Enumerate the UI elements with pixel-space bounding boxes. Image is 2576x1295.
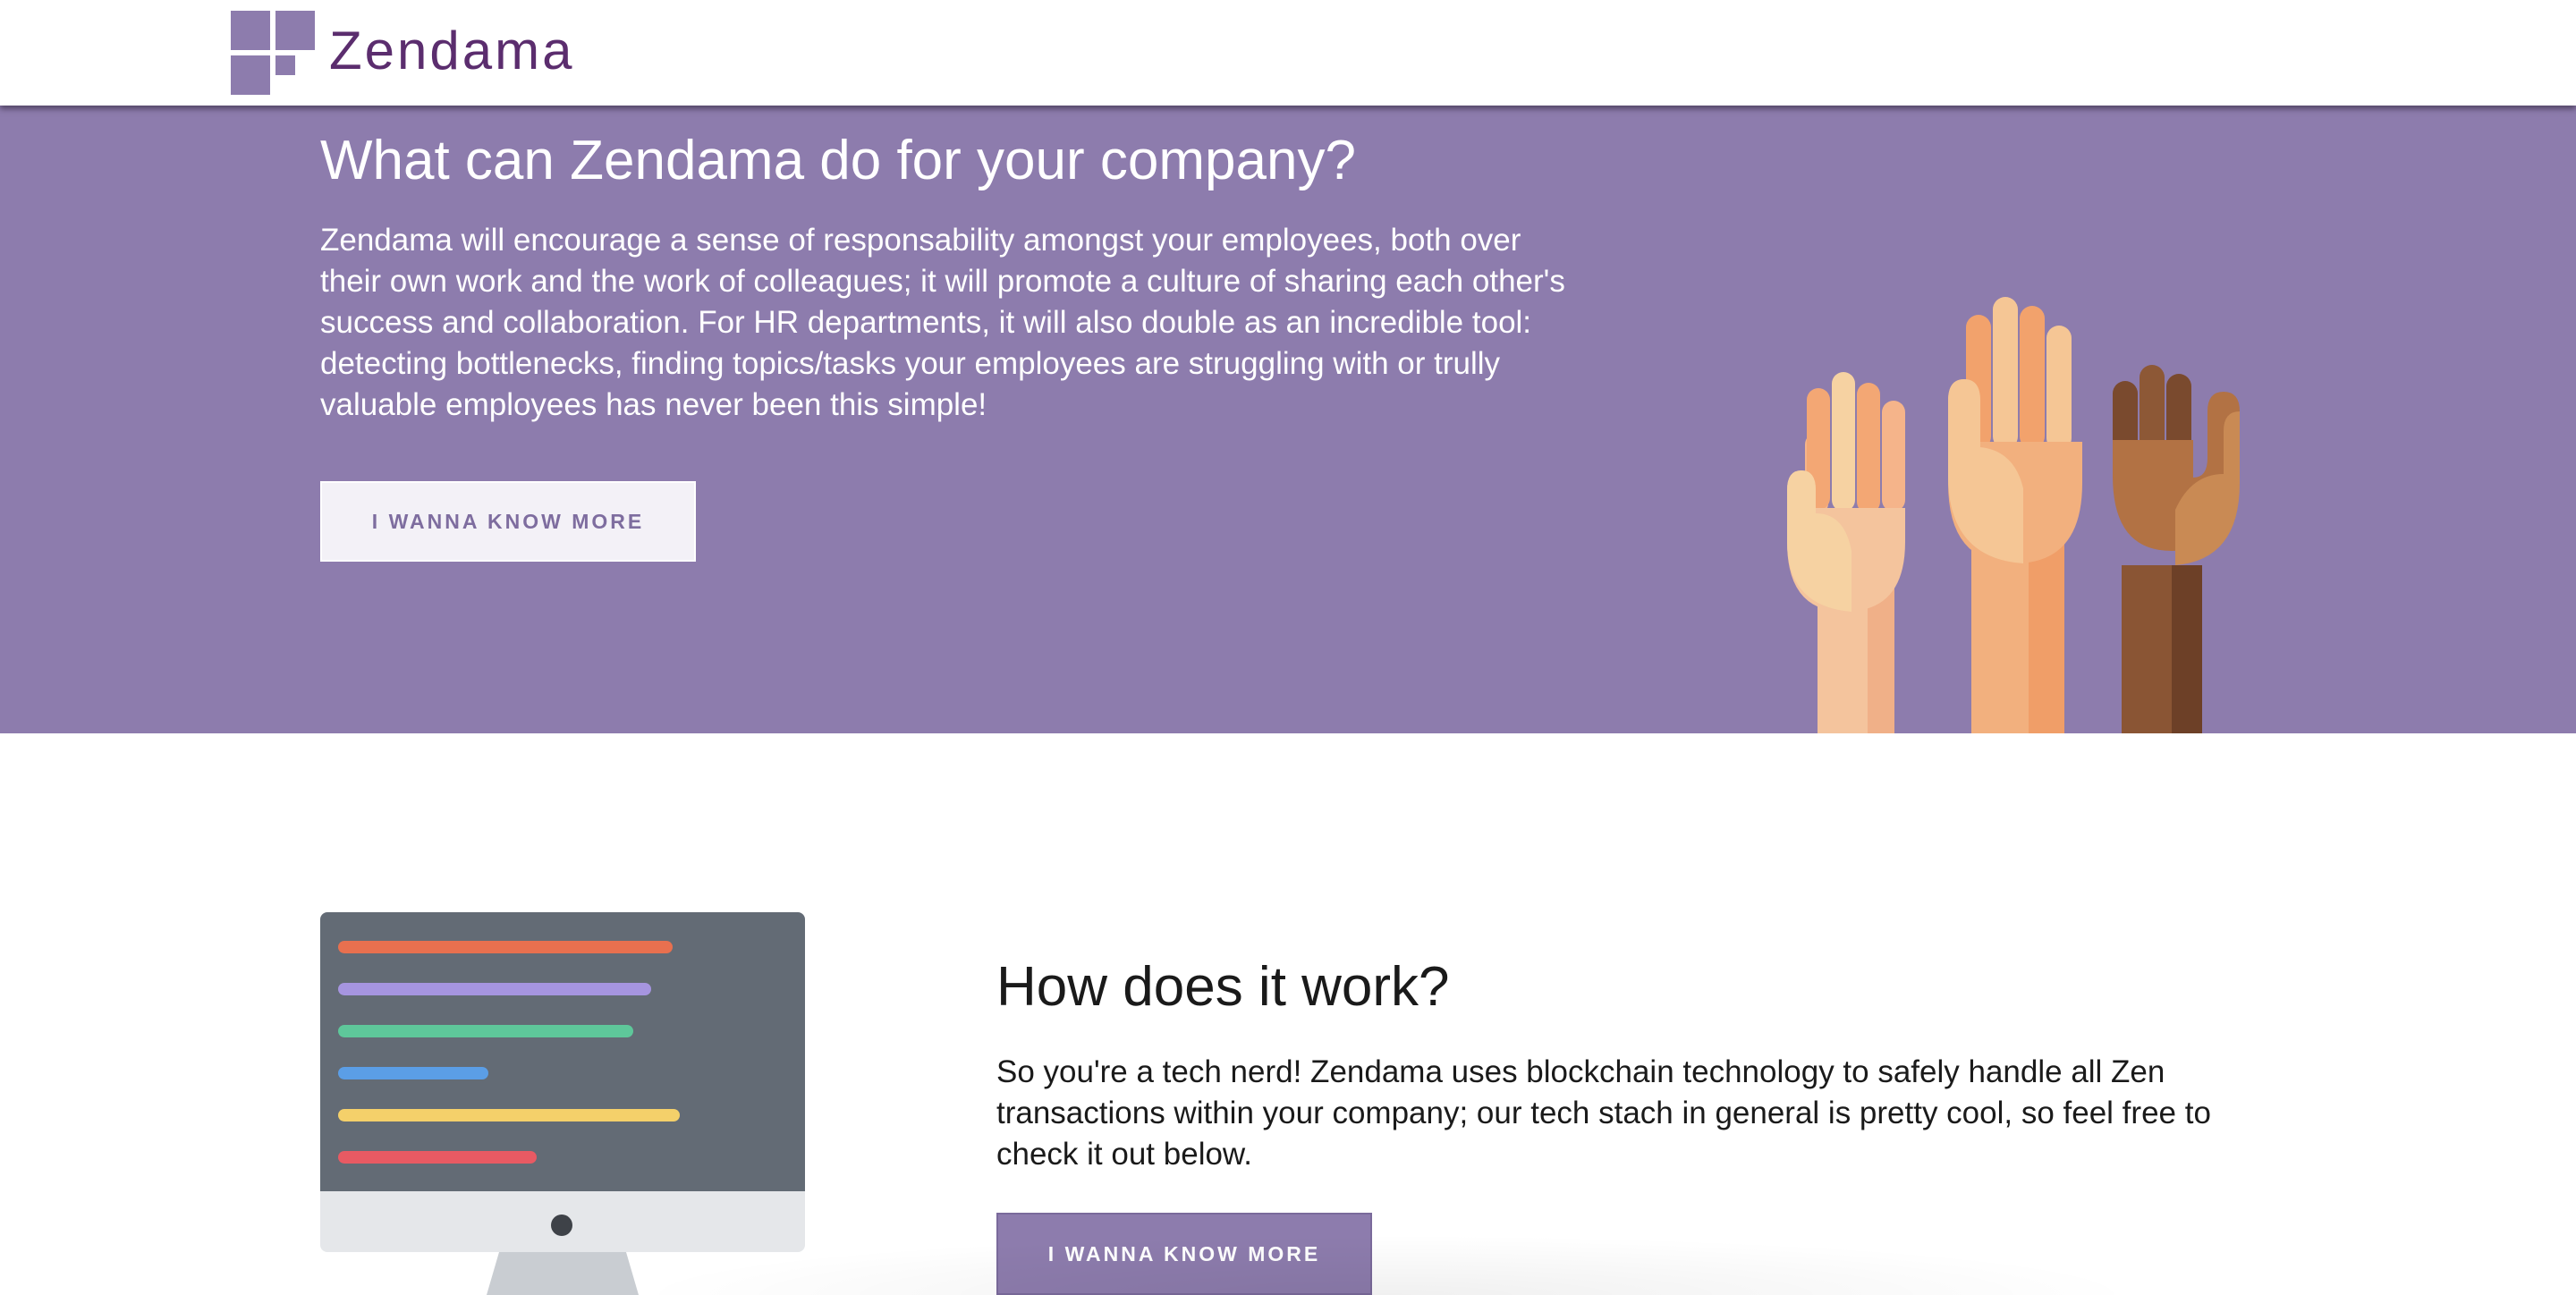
how-section: How does it work? So you're a tech nerd!… bbox=[0, 733, 2576, 1295]
landing-page: Zendama What can Zendama do for your com… bbox=[0, 0, 2576, 1295]
how-title: How does it work? bbox=[996, 956, 1450, 1018]
zendama-squares-logo-icon[interactable] bbox=[231, 11, 315, 95]
hero-section: What can Zendama do for your company? Ze… bbox=[0, 106, 2576, 733]
how-description: So you're a tech nerd! Zendama uses bloc… bbox=[996, 1054, 2211, 1172]
how-know-more-button[interactable]: I WANNA KNOW MORE bbox=[996, 1213, 1372, 1295]
site-header: Zendama bbox=[0, 0, 2576, 106]
middle-hand-icon bbox=[1948, 297, 2082, 733]
code-monitor-icon bbox=[320, 912, 805, 1295]
hero-description: Zendama will encourage a sense of respon… bbox=[320, 223, 1565, 422]
hero-title: What can Zendama do for your company? bbox=[320, 130, 1356, 191]
brand-name[interactable]: Zendama bbox=[329, 16, 574, 86]
left-hand-icon bbox=[1787, 372, 1905, 733]
hero-know-more-button[interactable]: I WANNA KNOW MORE bbox=[320, 481, 696, 562]
right-hand-icon bbox=[2113, 365, 2240, 733]
raised-hands-icon bbox=[1787, 297, 2240, 733]
